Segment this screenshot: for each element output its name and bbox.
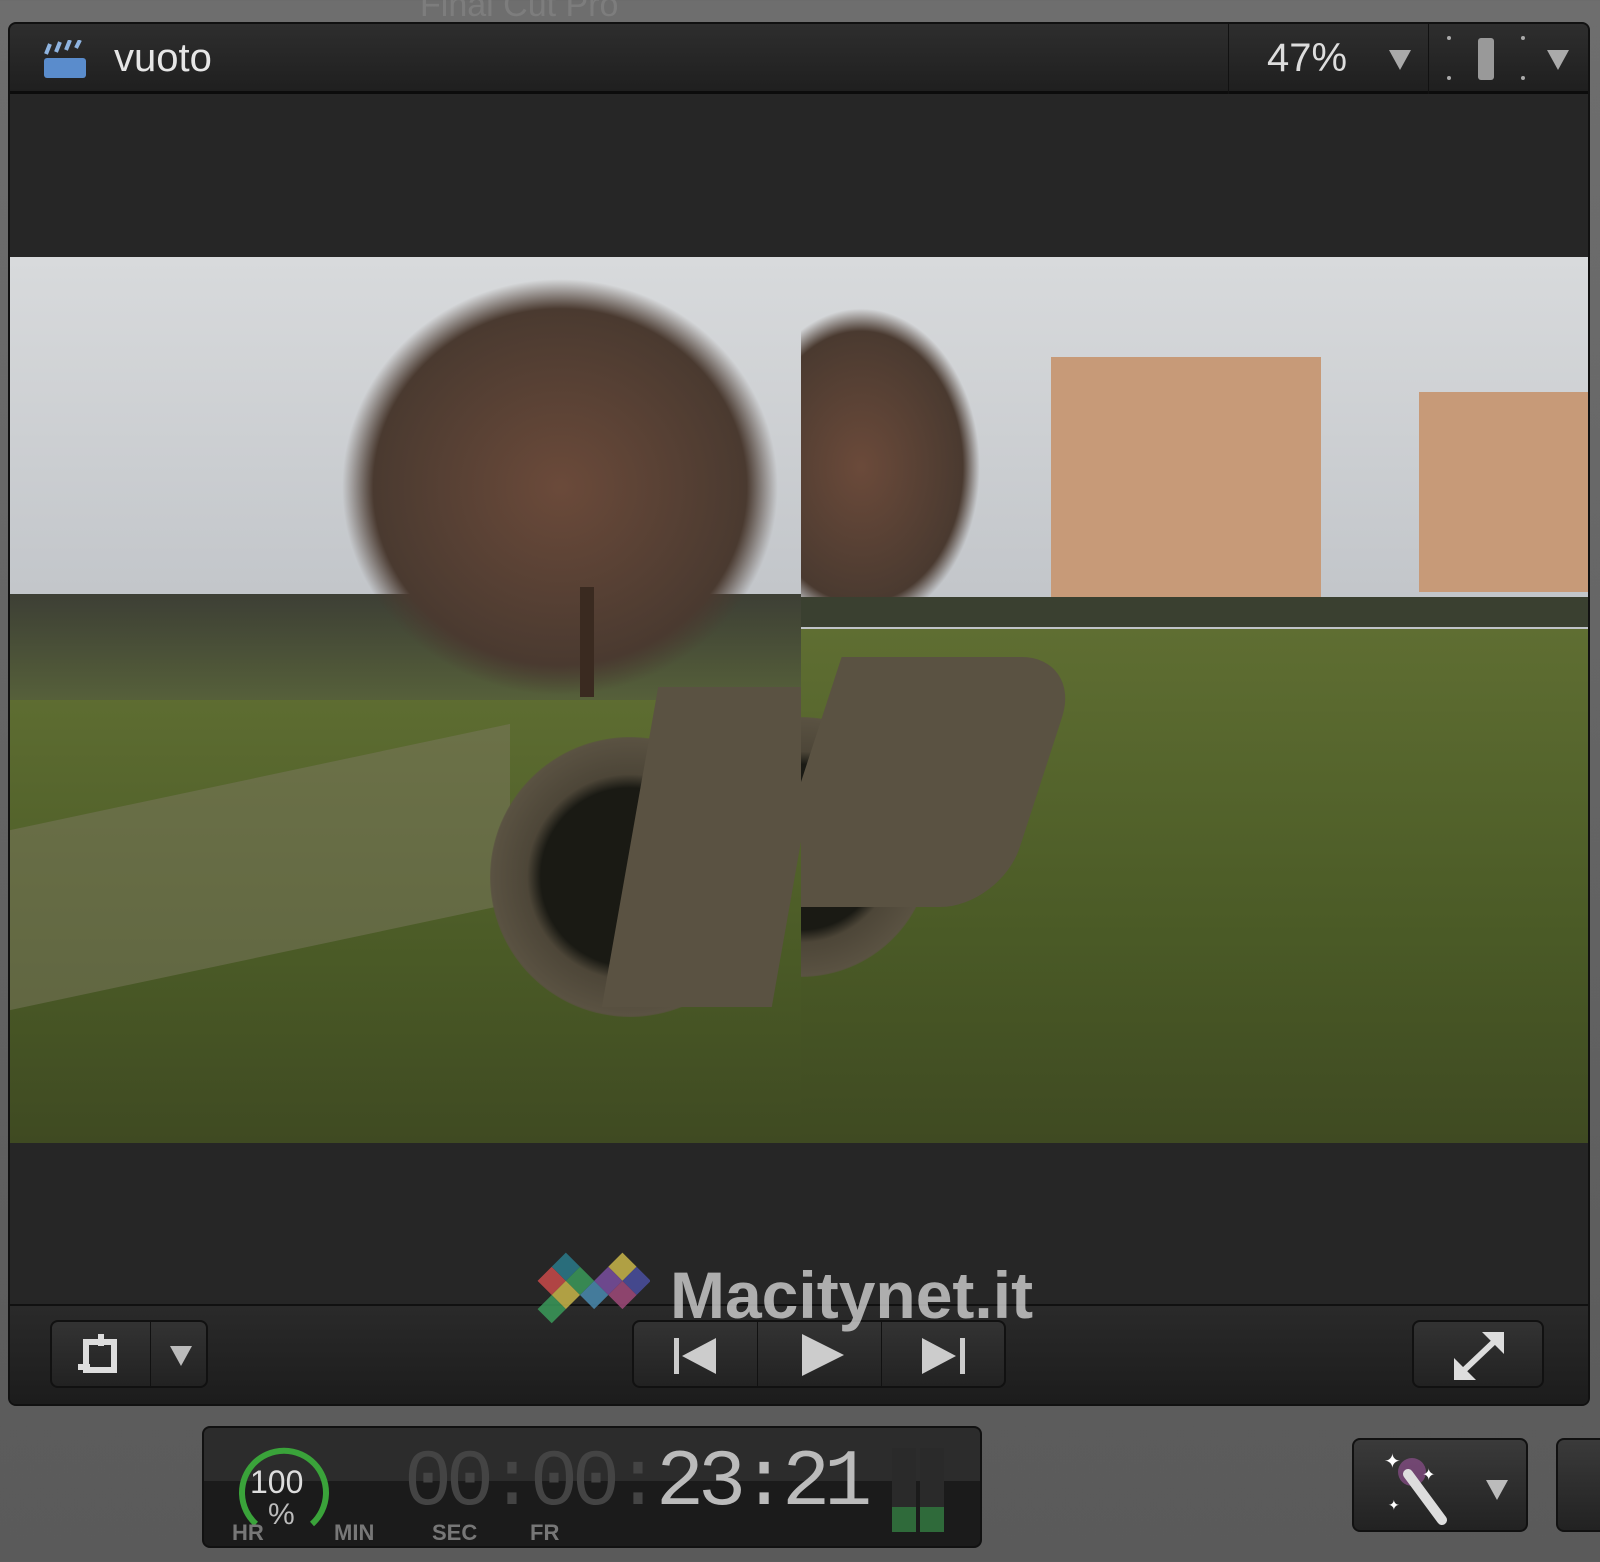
watermark: Macitynet.it <box>510 1225 1033 1365</box>
video-right-half <box>801 257 1588 1143</box>
clip-name: vuoto <box>114 36 212 80</box>
speed-value: 100 <box>250 1464 304 1500</box>
zoom-menu[interactable]: 47% <box>1228 24 1428 94</box>
chevron-down-icon <box>1486 1480 1508 1500</box>
zoom-level: 47% <box>1267 36 1348 80</box>
viewer-header: vuoto 47% <box>10 24 1588 94</box>
chevron-down-icon <box>170 1346 192 1366</box>
label-min: MIN <box>334 1520 375 1545</box>
toolbar-button-partial[interactable] <box>1556 1438 1600 1532</box>
chevron-down-icon <box>1547 50 1569 70</box>
svg-text:✦: ✦ <box>1384 1451 1401 1473</box>
magic-wand-icon: ✦ ✦ ✦ <box>1384 1451 1447 1525</box>
fullscreen-button[interactable] <box>1412 1320 1544 1388</box>
timecode-value: 23:21 <box>656 1438 872 1529</box>
clapperboard-icon <box>44 40 86 78</box>
viewer-panel: vuoto 47% <box>8 22 1590 1406</box>
timecode-dim: 00:00: <box>404 1438 662 1529</box>
video-left-half <box>10 257 801 1143</box>
label-fr: FR <box>530 1520 560 1545</box>
watermark-text: Macitynet.it <box>670 1258 1034 1332</box>
dashboard-timecode[interactable]: 100 % 00:00:23:21 HR MIN SEC FR <box>202 1426 982 1548</box>
view-switch-icon <box>1447 36 1525 80</box>
transform-menu-button[interactable] <box>50 1320 208 1388</box>
audio-meter-left <box>892 1448 916 1532</box>
label-sec: SEC <box>432 1520 478 1545</box>
fullscreen-icon <box>1454 1332 1504 1380</box>
enhancements-menu-button[interactable]: ✦ ✦ ✦ <box>1352 1438 1528 1532</box>
audio-meter-right <box>920 1448 944 1532</box>
video-frame <box>10 257 1588 1143</box>
transform-icon <box>78 1334 117 1373</box>
watermark-logo-icon <box>537 1252 650 1324</box>
chevron-down-icon <box>1389 50 1411 70</box>
view-options-menu[interactable] <box>1428 24 1588 94</box>
label-hr: HR <box>232 1520 264 1545</box>
svg-text:✦: ✦ <box>1388 1497 1400 1513</box>
svg-text:✦: ✦ <box>1422 1467 1435 1484</box>
speed-unit: % <box>268 1498 295 1531</box>
